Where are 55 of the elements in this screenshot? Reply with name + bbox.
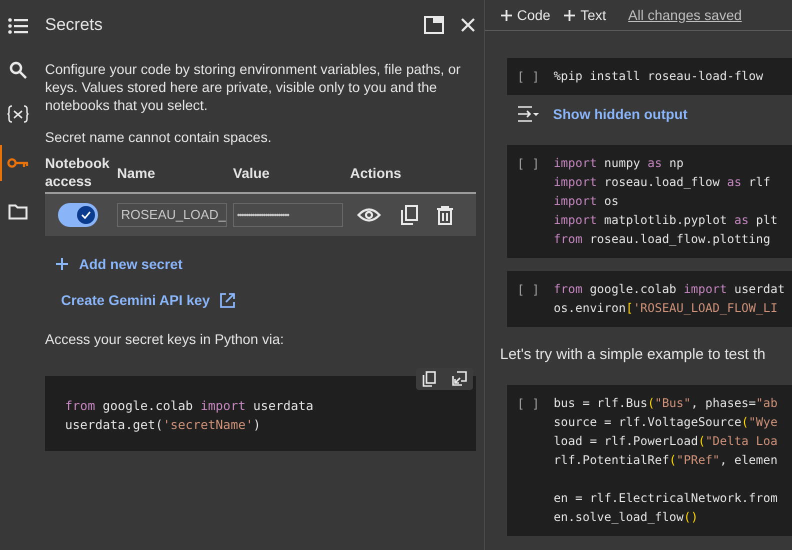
code-line: en = rlf.ElectricalNetwork.from <box>554 490 778 507</box>
code-line: userdata.get('secretName') <box>65 416 262 434</box>
run-prompt[interactable]: [ ] <box>517 67 540 86</box>
text-cell-text: Let's try with a simple example to test th <box>500 346 766 363</box>
output-toggle-icon[interactable] <box>517 105 539 123</box>
note-text: Secret name cannot contain spaces. <box>45 128 272 146</box>
value-field[interactable]: •••••••••••••••••••••••• <box>233 203 343 227</box>
column-header: Actions <box>349 164 402 183</box>
code-line: en.solve_load_flow() <box>554 509 700 526</box>
code-line: from google.colab import userdata <box>65 397 314 415</box>
insert-icon[interactable] <box>452 371 467 386</box>
external-link-icon <box>220 292 235 308</box>
code-line: import matplotlib.pyplot as plt <box>554 212 778 229</box>
gemini-key-link[interactable]: Create Gemini API key <box>61 292 210 308</box>
code-cell[interactable]: [ ] from google.colab import userdat os.environ['ROSEAU_LOAD_FLOW_LI <box>507 271 792 327</box>
show-output-link[interactable]: Show hidden output <box>553 106 688 122</box>
code-line: source = rlf.VoltageSource("Wye <box>554 414 778 431</box>
code-line: import numpy as np <box>554 155 685 172</box>
save-status-link[interactable]: All changes saved <box>628 7 742 23</box>
trash-icon[interactable] <box>437 206 453 224</box>
eye-icon[interactable] <box>357 207 381 223</box>
run-prompt[interactable]: [ ] <box>517 154 540 249</box>
run-prompt[interactable]: [ ] <box>517 394 540 527</box>
code-line: bus = rlf.Bus("Bus", phases="ab <box>554 395 778 412</box>
window-icon[interactable] <box>424 16 444 34</box>
code-line: load = rlf.PowerLoad("Delta Loa <box>554 433 778 450</box>
code-line: from google.colab import userdat <box>554 281 785 298</box>
code-line: os.environ['ROSEAU_LOAD_FLOW_LI <box>554 300 779 317</box>
code-line: import roseau.load_flow as rlf <box>554 174 772 191</box>
code-line: import os <box>554 193 620 210</box>
column-header: Name <box>117 164 156 183</box>
plus-icon <box>56 258 68 270</box>
access-text: Access your secret keys in Python via: <box>45 330 285 348</box>
access-toggle[interactable] <box>58 203 98 227</box>
check-icon <box>81 211 91 219</box>
add-secret-button[interactable]: Add new secret <box>56 256 182 272</box>
code-line: rlf.PotentialRef("PRef", elemen <box>554 452 778 469</box>
add-text-button[interactable]: Text <box>564 7 606 23</box>
plus-icon <box>564 10 576 20</box>
column-header: Value <box>233 164 271 183</box>
code-line: %pip install roseau-load-flow <box>554 68 764 85</box>
plus-icon <box>501 10 512 20</box>
run-prompt[interactable]: [ ] <box>517 280 540 318</box>
description-text: Configure your code by storing environment variables, file paths, or keys. Values stored here are private, visible only to you and the notebooks that you select. <box>45 60 462 114</box>
panel-title: Secrets <box>45 15 104 35</box>
code-cell[interactable]: [ ] %pip install roseau-load-flow <box>507 58 792 95</box>
code-cell[interactable]: [ ] bus = rlf.Bus("Bus", phases="ab source = rlf.VoltageSource("Wye load = rlf.PowerLoad("Delta Loa rlf.PotentialRef("PRef", elemen en = rlf.ElectricalNetwork.from en.solve_load_flow() <box>507 385 792 536</box>
copy-icon[interactable] <box>422 371 436 387</box>
code-cell[interactable]: [ ] import numpy as np import roseau.load_flow as rlf import os import matplotlib.pyplot as plt from roseau.load_flow.plotting <box>507 145 792 258</box>
copy-icon[interactable] <box>400 205 418 225</box>
column-header: Notebook access <box>45 154 111 190</box>
add-code-button[interactable]: Code <box>501 7 550 23</box>
name-field[interactable]: ROSEAU_LOAD_ <box>117 203 227 227</box>
close-icon[interactable] <box>460 17 476 33</box>
code-line: from roseau.load_flow.plotting <box>554 231 772 248</box>
